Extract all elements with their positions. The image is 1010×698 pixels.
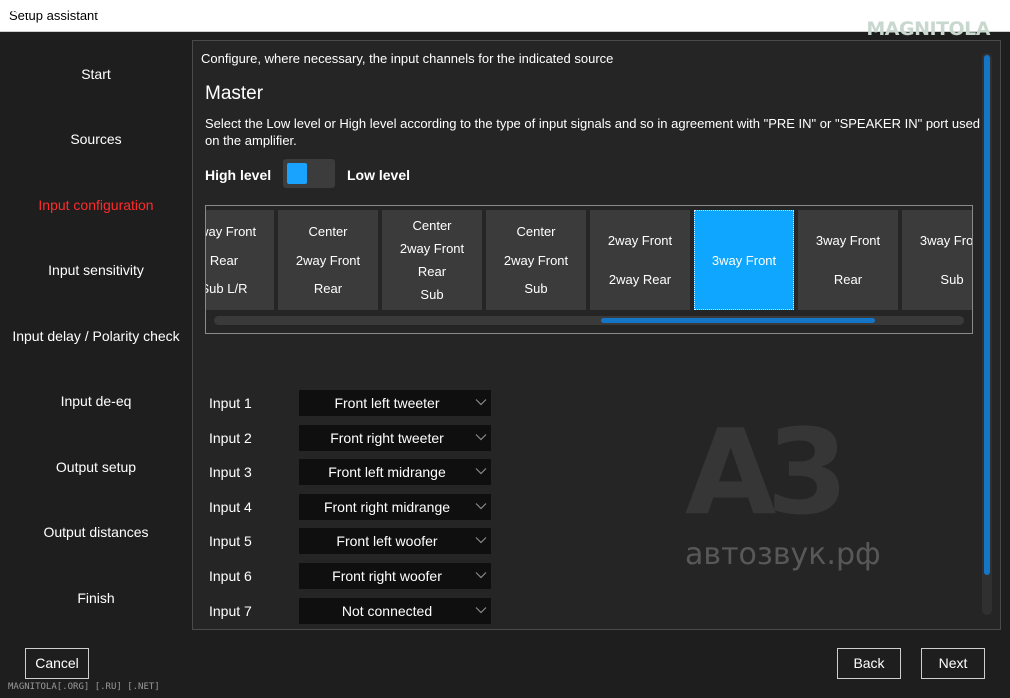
preset-card-line: Center [412, 218, 452, 233]
title-bar: Setup assistant MAGNITOLA [0, 0, 1010, 40]
page-subtitle: Configure, where necessary, the input ch… [201, 51, 614, 66]
chevron-down-icon[interactable] [475, 431, 487, 443]
chevron-down-icon[interactable] [475, 569, 487, 581]
input-channel-select[interactable]: Not connected [299, 598, 491, 624]
select-value: Front left midrange [328, 464, 446, 480]
preset-card-line: Rear [417, 264, 447, 279]
input-label: Input 5 [209, 533, 252, 549]
sidebar: Start Sources Input configuration Input … [0, 40, 192, 630]
input-label: Input 4 [209, 499, 252, 515]
sidebar-item-input-de-eq[interactable]: Input de-eq [0, 393, 192, 409]
preset-card[interactable]: 3way Front [694, 210, 794, 310]
input-label: Input 1 [209, 395, 252, 411]
preset-card[interactable]: 3way Front Rear Sub L/R [205, 210, 274, 310]
preset-card[interactable]: Center 2way Front Rear Sub [382, 210, 482, 310]
footer-text: MAGNITOLA[.ORG] [.RU] [.NET] [8, 682, 160, 692]
chevron-down-icon[interactable] [475, 604, 487, 616]
vertical-scrollbar-thumb[interactable] [984, 55, 990, 575]
vertical-scrollbar[interactable] [982, 53, 992, 615]
preset-card[interactable]: 3way Front Rear [798, 210, 898, 310]
level-description: Select the Low level or High level accor… [205, 116, 981, 148]
preset-card-line: 2way Rear [608, 271, 672, 287]
chevron-down-icon[interactable] [475, 500, 487, 512]
input-label: Input 6 [209, 568, 252, 584]
a3-logo: A3 [685, 403, 848, 541]
preset-card-line: Center [308, 223, 348, 239]
main-panel: Configure, where necessary, the input ch… [192, 40, 1001, 630]
back-button[interactable]: Back [837, 648, 901, 679]
preset-card-line: Sub [524, 281, 548, 297]
high-level-label: High level [205, 167, 272, 183]
preset-card[interactable]: Center 2way Front Sub [486, 210, 586, 310]
select-value: Front right tweeter [330, 430, 444, 446]
select-value: Front left woofer [336, 533, 438, 549]
preset-card[interactable]: 3way Front Sub [902, 210, 973, 310]
magnitola-logo: MAGNITOLA [866, 18, 990, 40]
preset-card-line: Sub L/R [205, 281, 248, 297]
preset-card-line: Rear [209, 252, 239, 268]
preset-card-line: Sub [420, 287, 444, 302]
preset-carousel: 3way Front Rear Sub L/R Center 2way Front Rea… [205, 205, 973, 334]
preset-card[interactable]: 2way Front 2way Rear [590, 210, 690, 310]
input-channel-select[interactable]: Front left midrange [299, 459, 491, 485]
preset-card[interactable]: Center 2way Front Rear [278, 210, 378, 310]
preset-card-line: 2way Front [295, 252, 361, 268]
sidebar-item-input-sensitivity[interactable]: Input sensitivity [0, 262, 192, 278]
source-heading: Master [205, 83, 264, 104]
input-channel-select[interactable]: Front right midrange [299, 494, 491, 520]
preset-cards: 3way Front Rear Sub L/R Center 2way Front Rea… [205, 210, 973, 311]
sidebar-item-sources[interactable]: Sources [0, 131, 192, 147]
select-value: Front right woofer [332, 568, 442, 584]
carousel-scrollbar[interactable] [214, 316, 964, 325]
input-channel-select[interactable]: Front left woofer [299, 528, 491, 554]
preset-card-line: 3way Front [206, 223, 257, 239]
preset-card-line: Center [516, 223, 556, 239]
input-label: Input 2 [209, 430, 252, 446]
preset-card-line: 2way Front [503, 252, 569, 268]
input-channel-select[interactable]: Front left tweeter [299, 390, 491, 416]
select-value: Front right midrange [323, 499, 451, 515]
sidebar-item-input-delay-polarity[interactable]: Input delay / Polarity check [0, 328, 192, 344]
low-level-label: Low level [347, 167, 411, 183]
logo-subtitle: CarAudio Team [0, 0, 110, 17]
preset-card-line: 3way Front [919, 233, 973, 249]
preset-card-line: Rear [833, 271, 863, 287]
select-value: Not connected [341, 603, 433, 619]
sidebar-item-input-configuration[interactable]: Input configuration [0, 197, 192, 213]
chevron-down-icon[interactable] [475, 465, 487, 477]
sidebar-item-start[interactable]: Start [0, 66, 192, 82]
sidebar-item-finish[interactable]: Finish [0, 590, 192, 606]
level-toggle[interactable] [283, 159, 335, 188]
select-value: Front left tweeter [334, 395, 440, 411]
preset-card-line: Rear [313, 281, 343, 297]
toggle-knob[interactable] [287, 163, 307, 184]
preset-card-line: Sub [940, 271, 964, 287]
preset-card-line: 3way Front [815, 233, 881, 249]
preset-card-line: 3way Front [711, 252, 777, 268]
input-channel-select[interactable]: Front right tweeter [299, 425, 491, 451]
input-channel-select[interactable]: Front right woofer [299, 563, 491, 589]
chevron-down-icon[interactable] [475, 396, 487, 408]
preset-card-line: 2way Front [607, 233, 673, 249]
watermark-text: автозвук.рф [685, 537, 881, 572]
preset-card-line: 2way Front [399, 241, 465, 256]
sidebar-item-output-distances[interactable]: Output distances [0, 524, 192, 540]
input-label: Input 7 [209, 603, 252, 619]
cancel-button[interactable]: Cancel [25, 648, 89, 679]
sidebar-item-output-setup[interactable]: Output setup [0, 459, 192, 475]
next-button[interactable]: Next [921, 648, 985, 679]
chevron-down-icon[interactable] [475, 534, 487, 546]
input-label: Input 3 [209, 464, 252, 480]
carousel-scrollbar-thumb[interactable] [601, 318, 875, 323]
